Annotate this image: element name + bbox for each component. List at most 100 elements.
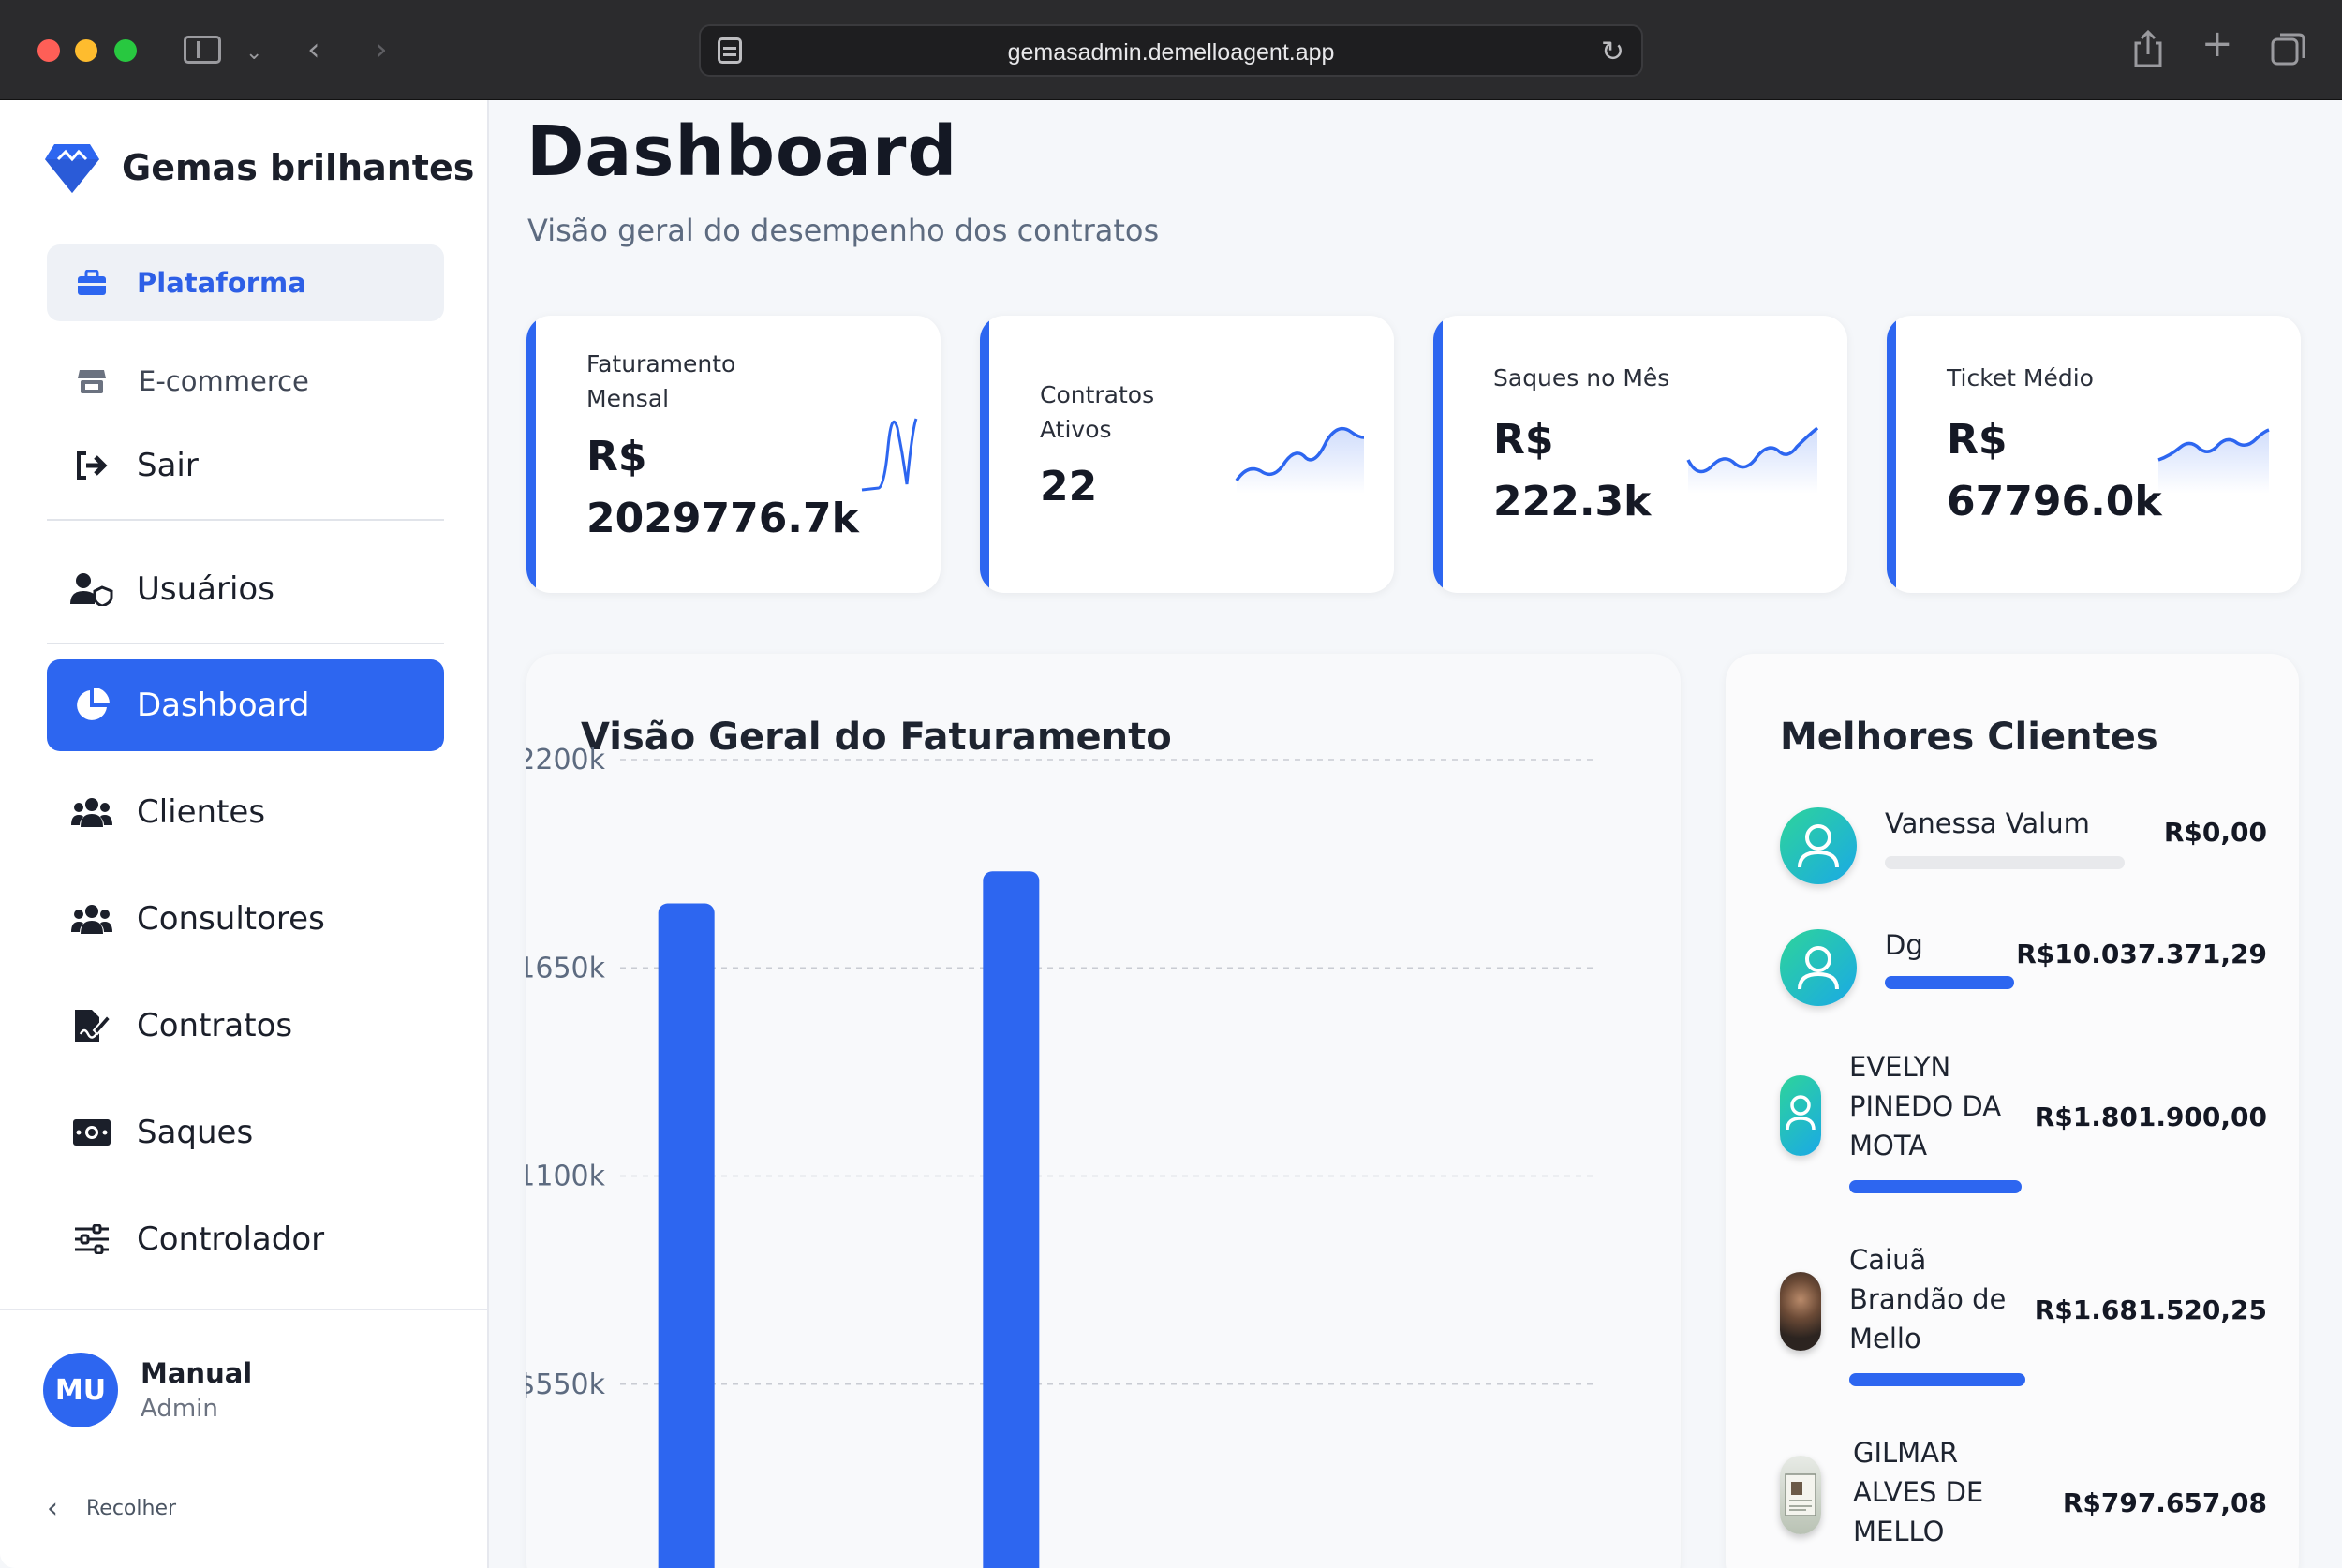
money-icon: [69, 1114, 114, 1151]
list-item[interactable]: Vanessa Valum R$0,00: [1780, 804, 2267, 897]
sparkline: [2157, 428, 2270, 494]
card-accent: [980, 316, 989, 593]
sidebar-item-usuarios[interactable]: Usuários: [47, 552, 444, 627]
share-icon[interactable]: [2132, 28, 2164, 69]
stat-card-contratos: Contratos Ativos 22: [980, 316, 1394, 593]
sidebar-item-label: Clientes: [137, 793, 266, 831]
stat-label: Contratos Ativos: [1040, 381, 1155, 443]
sidebar: Gemas brilhantes Plataforma E-commerce S…: [0, 100, 489, 1568]
stat-value: 67796.0k: [1947, 478, 2162, 525]
url-text[interactable]: gemasadmin.demelloagent.app: [701, 39, 1641, 67]
sparkline: [1686, 426, 1819, 494]
page-subtitle: Visão geral do desempenho dos contratos: [527, 213, 1160, 248]
sparkline: [1235, 426, 1365, 494]
chart-bar[interactable]: [658, 903, 715, 1568]
stat-card-saques: Saques no Mês R$ 222.3k: [1433, 316, 1847, 593]
sidebar-item-label: Dashboard: [137, 687, 310, 724]
sidebar-item-label: E-commerce: [139, 365, 309, 397]
sidebar-item-controlador[interactable]: Controlador: [47, 1202, 444, 1277]
user-avatar-icon: [1780, 807, 1857, 884]
diamond-logo-icon: [45, 144, 99, 193]
close-window-button[interactable]: [37, 39, 60, 62]
sidebar-item-contratos[interactable]: Contratos: [47, 988, 444, 1063]
avatar[interactable]: MU: [43, 1353, 118, 1427]
sidebar-item-ecommerce[interactable]: E-commerce: [47, 348, 444, 415]
sidebar-item-label: Contratos: [137, 1007, 293, 1044]
panel-title: Melhores Clientes: [1780, 716, 2158, 759]
sidebar-divider: [47, 519, 444, 521]
sidebar-item-label: Sair: [137, 447, 199, 484]
client-photo-avatar: [1780, 1456, 1821, 1534]
revenue-bar-chart: R$0kR$550kR$1100kR$1650kR$2200kjul.jun.m…: [526, 744, 1594, 1568]
store-icon: [69, 362, 114, 400]
client-value: R$0,00: [2163, 817, 2267, 848]
list-item[interactable]: EVELYN PINEDO DA MOTA R$1.801.900,00: [1780, 1047, 2267, 1197]
list-item[interactable]: Caiuã Brandão de Mello R$1.681.520,25: [1780, 1240, 2267, 1390]
chart-bar[interactable]: [983, 871, 1040, 1568]
client-value: R$797.657,08: [2062, 1487, 2267, 1518]
best-clients-panel: Melhores Clientes Vanessa Valum R$0,00 D…: [1726, 654, 2299, 1568]
app-window: Gemas brilhantes Plataforma E-commerce S…: [0, 100, 2342, 1568]
browser-toolbar: ⌄ ‹ › gemasadmin.demelloagent.app ↻ +: [0, 0, 2342, 100]
minimize-window-button[interactable]: [75, 39, 97, 62]
sidebar-item-dashboard[interactable]: Dashboard: [47, 659, 444, 751]
back-icon[interactable]: ‹: [307, 34, 320, 66]
stat-value-prefix: R$: [586, 433, 647, 481]
new-tab-icon[interactable]: +: [2201, 25, 2233, 63]
sparkline: [861, 418, 918, 492]
client-value: R$10.037.371,29: [2016, 939, 2267, 969]
client-name: Dg: [1885, 929, 1923, 961]
tab-overview-icon[interactable]: [2271, 32, 2306, 67]
stat-card-ticket: Ticket Médio R$ 67796.0k: [1887, 316, 2301, 593]
stat-value: 222.3k: [1493, 478, 1652, 525]
forward-icon[interactable]: ›: [375, 34, 388, 66]
page-title: Dashboard: [526, 111, 958, 192]
file-signature-icon: [69, 1007, 114, 1044]
sidebar-item-label: Consultores: [137, 900, 325, 938]
collapse-label: Recolher: [86, 1497, 177, 1520]
sidebar-item-label: Controlador: [137, 1220, 325, 1258]
users-icon: [69, 900, 114, 938]
list-item[interactable]: Dg R$10.037.371,29: [1780, 925, 2267, 1019]
pie-chart-icon: [69, 687, 114, 724]
logout-icon: [69, 447, 114, 484]
client-progress-bar: [1885, 976, 2014, 989]
zoom-window-button[interactable]: [114, 39, 137, 62]
sidebar-divider: [47, 643, 444, 644]
client-progress-track: [1885, 856, 2125, 869]
y-tick-label: R$1100k: [526, 1161, 606, 1193]
card-accent: [526, 316, 536, 593]
sidebar-item-consultores[interactable]: Consultores: [47, 881, 444, 956]
y-tick-label: R$1650k: [526, 952, 606, 984]
reload-icon[interactable]: ↻: [1601, 36, 1624, 68]
sidebar-toggle-icon[interactable]: [184, 36, 221, 64]
client-name: Caiuã Brandão de Mello: [1849, 1244, 2007, 1354]
brand[interactable]: Gemas brilhantes: [45, 142, 474, 193]
client-value: R$1.681.520,25: [2034, 1294, 2267, 1325]
user-shield-icon: [69, 570, 114, 608]
list-item[interactable]: GILMAR ALVES DE MELLO R$797.657,08: [1780, 1433, 2267, 1568]
user-profile[interactable]: MU Manual Admin: [43, 1353, 252, 1427]
client-photo-avatar: [1780, 1272, 1821, 1351]
address-bar[interactable]: gemasadmin.demelloagent.app ↻: [699, 24, 1643, 77]
user-avatar-icon: [1780, 1075, 1821, 1156]
sidebar-item-label: Usuários: [137, 570, 274, 608]
users-icon: [69, 793, 114, 831]
sidebar-item-saques[interactable]: Saques: [47, 1095, 444, 1170]
sliders-icon: [69, 1220, 114, 1258]
chevron-down-icon[interactable]: ⌄: [245, 37, 262, 69]
revenue-overview-panel: Visão Geral do Faturamento R$0kR$550kR$1…: [526, 654, 1681, 1568]
stat-card-faturamento: Faturamento Mensal R$ 2029776.7k: [526, 316, 941, 593]
stat-value-prefix: R$: [1947, 416, 2008, 464]
sidebar-item-plataforma[interactable]: Plataforma: [47, 244, 444, 321]
sidebar-item-label: Plataforma: [137, 267, 306, 299]
sidebar-item-clientes[interactable]: Clientes: [47, 775, 444, 850]
sidebar-item-sair[interactable]: Sair: [47, 428, 444, 503]
stat-label: Faturamento Mensal: [586, 350, 736, 412]
card-accent: [1887, 316, 1896, 593]
collapse-sidebar-button[interactable]: ‹ Recolher: [47, 1492, 176, 1525]
client-progress-bar: [1849, 1373, 2025, 1386]
client-name: EVELYN PINEDO DA MOTA: [1849, 1051, 2002, 1161]
stat-label: Ticket Médio: [1947, 364, 2094, 392]
user-avatar-icon: [1780, 929, 1857, 1006]
